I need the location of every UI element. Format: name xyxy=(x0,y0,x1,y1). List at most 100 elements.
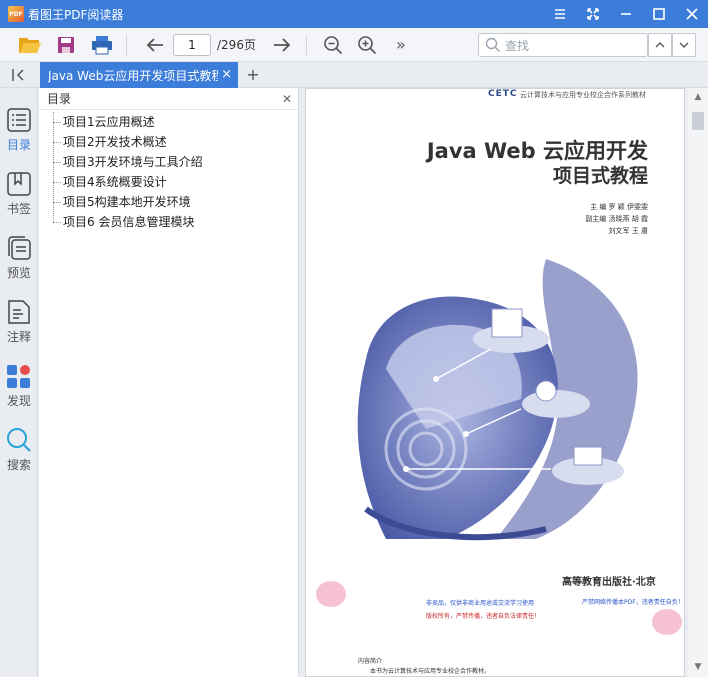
next-page-button[interactable] xyxy=(268,31,296,59)
outline-item[interactable]: 项目6 会员信息管理模块 xyxy=(39,212,298,232)
rail-search-label: 搜索 xyxy=(6,458,31,472)
chevron-down-icon xyxy=(679,42,689,48)
arrow-right-icon xyxy=(273,37,291,52)
toolbar-divider xyxy=(305,34,307,55)
outline-panel: 目录 ✕ 项目1云应用概述 项目2开发技术概述 项目3开发环境与工具介绍 项目4… xyxy=(39,88,299,677)
rail-bookmarks-label: 书签 xyxy=(6,202,31,216)
rail-search[interactable]: 搜索 xyxy=(0,422,38,478)
document-tab-bar: Java Web云应用开发项目式教程 × + xyxy=(0,62,708,88)
rail-bookmarks[interactable]: 书签 xyxy=(0,166,38,222)
rail-preview-label: 预览 xyxy=(6,266,31,280)
arrow-left-icon xyxy=(146,37,163,52)
page-number-input[interactable]: 1 xyxy=(173,33,211,56)
watermark-pig-right xyxy=(652,609,682,635)
rail-annotations[interactable]: 注释 xyxy=(0,294,38,350)
collapse-left-icon xyxy=(12,69,24,81)
outline-item[interactable]: 项目1云应用概述 xyxy=(39,112,298,132)
zoom-out-icon xyxy=(324,35,343,54)
cover-illustration xyxy=(357,259,638,541)
save-icon xyxy=(58,36,74,53)
authors-line: 副主编 汤晓燕 胡 霞 xyxy=(585,215,648,223)
outline-list: 项目1云应用概述 项目2开发技术概述 项目3开发环境与工具介绍 项目4系统概要设… xyxy=(39,110,298,232)
search-field[interactable]: 查找 xyxy=(478,33,648,57)
discover-icon xyxy=(7,365,30,388)
outline-item[interactable]: 项目4系统概要设计 xyxy=(39,172,298,192)
close-icon xyxy=(685,8,698,20)
search-prev-button[interactable] xyxy=(648,33,672,57)
close-button[interactable] xyxy=(675,0,708,28)
notice-red: 版权所有，严禁传播，违者自负法律责任！ xyxy=(426,613,541,620)
search-icon xyxy=(7,428,31,452)
notice-blue: 非卖品，仅供非商业用途或交流学习使用 xyxy=(426,600,535,607)
prev-page-button[interactable] xyxy=(141,31,169,59)
rail-discover-label: 发现 xyxy=(6,394,31,408)
minimize-button[interactable] xyxy=(609,0,642,28)
bookmark-icon xyxy=(7,172,31,196)
series-name: 云计算技术与应用专业校企合作系列教材 xyxy=(520,91,646,99)
notice-left: 非卖品，仅供非商业用途或交流学习使用 版权所有，严禁传播，违者自负法律责任！ xyxy=(426,597,540,623)
notice-right: 严禁网络传播本PDF，违者责任自负！ xyxy=(582,599,684,606)
chevron-up-icon xyxy=(655,42,665,48)
fullscreen-icon xyxy=(586,8,599,20)
main-toolbar: 1 /296页 » 查找 xyxy=(0,28,708,62)
intro-heading: 内容简介 xyxy=(358,658,383,665)
authors: 主 编 罗 颖 伊雯雯 副主编 汤晓燕 胡 霞 刘文军 王 肅 xyxy=(585,201,648,237)
app-logo-icon: PDF xyxy=(8,6,24,22)
left-rail: 目录 书签 预览 注释 发现 搜索 xyxy=(0,88,38,677)
authors-line: 主 编 罗 颖 伊雯雯 xyxy=(590,203,648,211)
publisher-name: 高等教育出版社·北京 xyxy=(562,577,656,588)
search-next-button[interactable] xyxy=(672,33,696,57)
rail-toc[interactable]: 目录 xyxy=(0,102,38,158)
menu-icon xyxy=(554,9,565,19)
print-button[interactable] xyxy=(88,31,116,59)
window-title: 看图王PDF阅读器 xyxy=(28,7,124,22)
minimize-icon xyxy=(620,13,631,15)
outline-item[interactable]: 项目2开发技术概述 xyxy=(39,132,298,152)
title-bar: PDF 看图王PDF阅读器 xyxy=(0,0,708,28)
new-tab-button[interactable]: + xyxy=(244,65,262,85)
folder-open-icon xyxy=(19,37,41,53)
zoom-out-button[interactable] xyxy=(319,31,347,59)
annotation-icon xyxy=(8,300,30,324)
scroll-down-icon[interactable]: ▼ xyxy=(692,662,704,674)
outline-item[interactable]: 项目3开发环境与工具介绍 xyxy=(39,152,298,172)
more-tools-button[interactable]: » xyxy=(387,31,415,59)
document-viewer[interactable]: CETC 云计算技术与应用专业校企合作系列教材 Java Web 云应用开发 项… xyxy=(300,88,708,677)
publisher-logo: CETC xyxy=(488,89,518,99)
document-tab[interactable]: Java Web云应用开发项目式教程 × xyxy=(40,62,238,88)
zoom-in-button[interactable] xyxy=(353,31,381,59)
page-total: /296页 xyxy=(217,38,256,52)
outline-header: 目录 ✕ xyxy=(39,88,298,110)
toolbar-divider xyxy=(126,34,127,55)
book-title-line2: 项目式教程 xyxy=(552,165,648,187)
watermark-pig-left xyxy=(316,581,346,607)
rail-annotations-label: 注释 xyxy=(6,330,31,344)
pdf-page: CETC 云计算技术与应用专业校企合作系列教材 Java Web 云应用开发 项… xyxy=(305,88,685,677)
maximize-icon xyxy=(652,8,665,20)
toc-icon xyxy=(7,108,31,132)
collapse-sidebar-button[interactable] xyxy=(0,62,38,88)
outline-item[interactable]: 项目5构建本地开发环境 xyxy=(39,192,298,212)
menu-button[interactable] xyxy=(543,0,576,28)
search-icon xyxy=(485,37,500,52)
open-file-button[interactable] xyxy=(16,31,44,59)
save-button[interactable] xyxy=(52,31,80,59)
scroll-thumb[interactable] xyxy=(692,112,704,130)
vertical-scrollbar[interactable]: ▲ ▼ xyxy=(688,88,708,677)
search-placeholder: 查找 xyxy=(505,38,530,53)
printer-icon xyxy=(92,35,112,54)
authors-line: 刘文军 王 肅 xyxy=(608,227,648,235)
rail-toc-label: 目录 xyxy=(6,138,31,152)
intro-text: 本书为云计算技术与应用专业校企合作教材。 xyxy=(370,668,491,675)
outline-title: 目录 xyxy=(47,92,72,106)
scroll-up-icon[interactable]: ▲ xyxy=(692,92,704,104)
document-tab-label: Java Web云应用开发项目式教程 xyxy=(48,68,218,83)
rail-discover[interactable]: 发现 xyxy=(0,358,38,414)
close-panel-icon[interactable]: ✕ xyxy=(282,92,292,106)
maximize-button[interactable] xyxy=(642,0,675,28)
close-tab-icon[interactable]: × xyxy=(221,67,232,82)
zoom-in-icon xyxy=(358,35,377,54)
thumbnails-icon xyxy=(8,236,31,260)
rail-preview[interactable]: 预览 xyxy=(0,230,38,286)
fullscreen-button[interactable] xyxy=(576,0,609,28)
